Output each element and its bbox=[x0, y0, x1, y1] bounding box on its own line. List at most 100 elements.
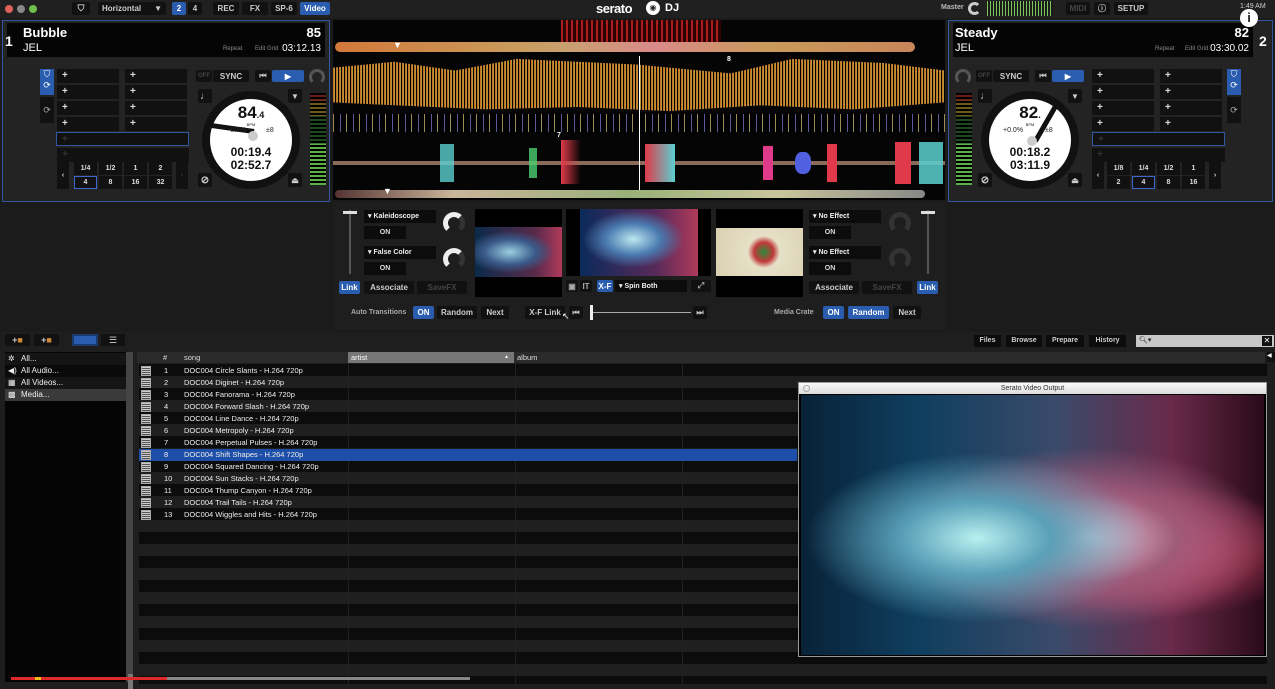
history-tab[interactable]: History bbox=[1089, 335, 1126, 347]
cue-slot-1[interactable]: + bbox=[1092, 69, 1154, 83]
fx-panel-button[interactable]: FX bbox=[242, 2, 268, 15]
table-row[interactable]: 7 DOC004 Perpetual Pulses - H.264 720p bbox=[139, 437, 797, 449]
loop-slot-2[interactable]: + bbox=[1092, 148, 1225, 162]
layout-select[interactable]: Horizontal ▼ bbox=[98, 2, 166, 15]
right-link-button[interactable]: Link bbox=[917, 281, 938, 294]
table-row[interactable]: 1 DOC004 Circle Slants - H.264 720p bbox=[139, 365, 797, 377]
right-fx-fader-handle[interactable] bbox=[921, 211, 935, 214]
right-savefx-button[interactable]: SaveFX bbox=[862, 281, 912, 294]
table-row[interactable]: 9 DOC004 Squared Dancing - H.264 720p bbox=[139, 461, 797, 473]
waveform-display[interactable]: ▼ 8 7 ▼ bbox=[333, 20, 945, 200]
image-overlay-button[interactable]: ▣ bbox=[566, 280, 578, 292]
table-row[interactable]: 3 DOC004 Fanorama - H.264 720p bbox=[139, 389, 797, 401]
shield-icon[interactable]: ⛉ bbox=[72, 2, 90, 15]
virtual-platter[interactable]: 82. BPM +0.0% ±8 00:18.2 03:11.9 bbox=[981, 91, 1079, 189]
cue-slot-7[interactable]: + bbox=[57, 117, 119, 131]
album-art-view-button[interactable] bbox=[72, 334, 98, 346]
cue-slot-2[interactable]: + bbox=[1160, 69, 1222, 83]
cue-slot-4[interactable]: + bbox=[125, 85, 187, 99]
fullscreen-button[interactable]: ⤢ bbox=[691, 280, 711, 292]
prepare-tab[interactable]: Prepare bbox=[1046, 335, 1084, 347]
media-crate-next-button[interactable]: Next bbox=[893, 306, 921, 319]
sidebar-scrollbar[interactable] bbox=[126, 352, 133, 682]
crate-all-videos[interactable]: ▦ All Videos... bbox=[5, 377, 126, 389]
cue-slot-2[interactable]: + bbox=[125, 69, 187, 83]
deck-count-4-button[interactable]: 4 bbox=[188, 2, 202, 15]
keylock-button[interactable]: ♩ bbox=[198, 89, 212, 103]
crate-media-selected[interactable]: ▩ Media... bbox=[5, 389, 126, 401]
right-fx-fader-track[interactable] bbox=[927, 210, 929, 274]
loop-size-button[interactable]: 2 bbox=[1107, 176, 1130, 189]
sync-off-button[interactable]: OFF bbox=[196, 70, 212, 82]
loop-size-button[interactable]: 1 bbox=[124, 162, 147, 175]
loop-next-button[interactable]: › bbox=[1209, 162, 1221, 189]
column-header-song[interactable]: song bbox=[184, 353, 200, 362]
fx-select-2[interactable]: ▾ False Color bbox=[364, 246, 436, 259]
loop-size-button[interactable]: 2 bbox=[149, 162, 172, 175]
repeat-button[interactable]: Repeat bbox=[223, 46, 242, 52]
fx-select-3[interactable]: ▾ No Effect bbox=[809, 210, 881, 223]
minimize-window-button[interactable] bbox=[17, 5, 25, 13]
deck-2-overview-waveform[interactable] bbox=[335, 190, 925, 198]
fx-2-amount-knob[interactable] bbox=[443, 248, 465, 270]
video-crossfader-track[interactable] bbox=[591, 312, 691, 313]
cue-slot-7[interactable]: + bbox=[1092, 117, 1154, 131]
cue-button[interactable]: ⏮ bbox=[1035, 70, 1051, 82]
table-row[interactable]: 13 DOC004 Wiggles and Hits - H.264 720p bbox=[139, 509, 797, 521]
column-header-artist[interactable]: artist ▲ bbox=[348, 352, 514, 363]
window-close-button[interactable] bbox=[803, 385, 810, 392]
table-row-selected[interactable]: 8 DOC004 Shift Shapes - H.264 720p bbox=[139, 449, 797, 461]
play-button[interactable]: ▶ bbox=[1052, 70, 1084, 82]
cue-slot-6[interactable]: + bbox=[125, 101, 187, 115]
video-output-window[interactable]: Serato Video Output bbox=[798, 382, 1267, 657]
table-row[interactable]: 10 DOC004 Sun Stacks - H.264 720p bbox=[139, 473, 797, 485]
info-button[interactable]: ⓘ bbox=[1094, 2, 1110, 15]
sync-button[interactable]: SYNC bbox=[213, 70, 249, 82]
crate-all[interactable]: ✲ All... bbox=[5, 353, 126, 365]
left-fx-fader-track[interactable] bbox=[349, 210, 351, 274]
loop-size-button[interactable]: 1/4 bbox=[74, 162, 97, 175]
info-overlay-icon[interactable]: i bbox=[1240, 9, 1258, 27]
slip-button[interactable]: ⊘ bbox=[978, 173, 992, 187]
left-savefx-button[interactable]: SaveFX bbox=[417, 281, 467, 294]
edit-grid-button[interactable]: Edit Grid bbox=[1185, 46, 1208, 52]
cue-mode-toggle[interactable]: ⛉ ⟳ bbox=[40, 69, 54, 95]
pitch-menu-button[interactable]: ▼ bbox=[288, 89, 302, 103]
gain-knob[interactable] bbox=[955, 69, 971, 85]
cue-slot-6[interactable]: + bbox=[1160, 101, 1222, 115]
table-row[interactable]: 4 DOC004 Forward Slash - H.264 720p bbox=[139, 401, 797, 413]
cue-slot-3[interactable]: + bbox=[1092, 85, 1154, 99]
cue-slot-8[interactable]: + bbox=[125, 117, 187, 131]
cue-mode-toggle[interactable]: ⛉ ⟳ bbox=[1227, 69, 1241, 95]
virtual-platter[interactable]: 84.4 BPM -0.7% ±8 00:19.4 02:52.7 bbox=[202, 91, 300, 189]
crate-all-audio[interactable]: ◀) All Audio... bbox=[5, 365, 126, 377]
keylock-button[interactable]: ♩ bbox=[978, 89, 992, 103]
sp6-panel-button[interactable]: SP-6 bbox=[271, 2, 297, 15]
left-associate-button[interactable]: Associate bbox=[364, 281, 414, 294]
loop-size-button[interactable]: 16 bbox=[1182, 176, 1205, 189]
loop-size-button-selected[interactable]: 4 bbox=[1132, 176, 1155, 189]
clear-search-button[interactable]: ✕ bbox=[1262, 336, 1272, 346]
loop-mode-toggle[interactable]: ⟳ bbox=[1227, 97, 1241, 123]
loop-size-button[interactable]: 1 bbox=[1182, 162, 1205, 175]
loop-size-button[interactable]: 1/8 bbox=[1107, 162, 1130, 175]
fx-4-on-button[interactable]: ON bbox=[809, 262, 851, 275]
repeat-button[interactable]: Repeat bbox=[1155, 46, 1174, 52]
search-input[interactable]: 🔍︎▾ bbox=[1136, 335, 1274, 347]
text-overlay-button[interactable]: IT bbox=[580, 280, 592, 292]
xf-button[interactable]: X-F bbox=[597, 280, 613, 292]
loop-next-button[interactable]: › bbox=[176, 162, 188, 189]
deck-count-2-button[interactable]: 2 bbox=[172, 2, 186, 15]
fx-2-on-button[interactable]: ON bbox=[364, 262, 406, 275]
close-window-button[interactable] bbox=[5, 5, 13, 13]
loop-size-button[interactable]: 1/2 bbox=[1157, 162, 1180, 175]
midi-button[interactable]: MIDI bbox=[1066, 2, 1090, 15]
add-crate-button[interactable]: + ■ bbox=[5, 334, 30, 346]
fx-3-amount-knob[interactable] bbox=[889, 212, 911, 234]
table-row[interactable]: 6 DOC004 Metropoly - H.264 720p bbox=[139, 425, 797, 437]
loop-size-button[interactable]: 1/2 bbox=[99, 162, 122, 175]
loop-size-button[interactable]: 16 bbox=[124, 176, 147, 189]
cue-slot-5[interactable]: + bbox=[1092, 101, 1154, 115]
files-tab[interactable]: Files bbox=[974, 335, 1001, 347]
transition-select[interactable]: ▾ Spin Both bbox=[615, 280, 687, 292]
